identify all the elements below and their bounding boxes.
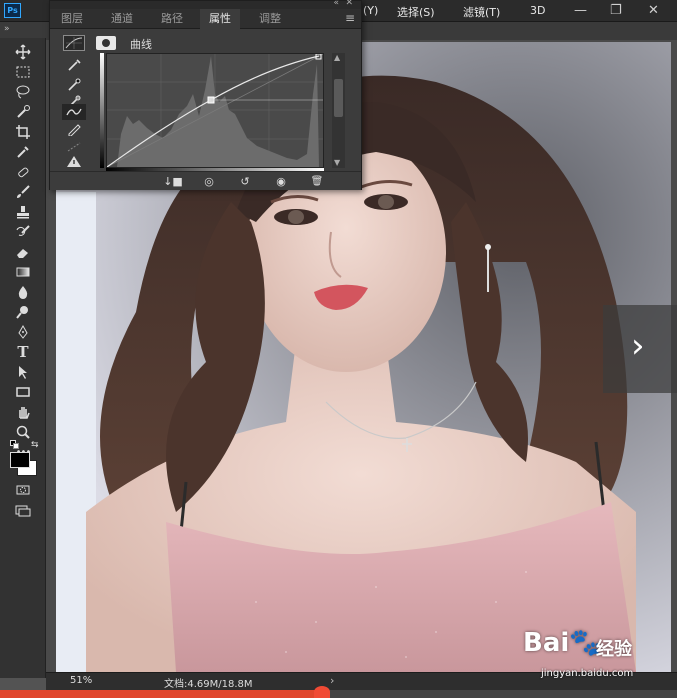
crop-tool-icon[interactable] xyxy=(11,122,35,142)
blur-tool-icon[interactable] xyxy=(11,282,35,302)
curve-point-tool-icon[interactable] xyxy=(62,104,86,120)
tab-layers[interactable]: 图层 xyxy=(52,9,92,29)
type-tool-icon[interactable]: T xyxy=(11,342,35,362)
output-gradient-bar xyxy=(100,53,104,168)
close-icon[interactable]: ✕ xyxy=(648,3,659,18)
watermark-url: jingyan.baidu.com xyxy=(541,668,634,679)
scroll-down-icon[interactable]: ▼ xyxy=(334,158,340,167)
document-info: 文档:4.69M/18.8M xyxy=(164,679,253,690)
tools-panel: T ••• ⇆ xyxy=(0,38,46,678)
foreground-color-swatch[interactable] xyxy=(10,452,30,468)
restore-icon[interactable]: ❐ xyxy=(610,3,622,18)
tab-paths[interactable]: 路径 xyxy=(152,9,192,29)
black-point-eyedropper-icon[interactable] xyxy=(62,77,86,93)
pencil-draw-icon[interactable] xyxy=(62,121,86,137)
panel-scroll-thumb[interactable] xyxy=(334,79,343,117)
status-menu-arrow-icon[interactable]: › xyxy=(330,674,334,687)
target-adjust-icon[interactable] xyxy=(62,57,86,73)
pen-tool-icon[interactable] xyxy=(11,322,35,342)
scroll-up-icon[interactable]: ▲ xyxy=(334,53,340,62)
lasso-tool-icon[interactable] xyxy=(11,82,35,102)
dodge-tool-icon[interactable] xyxy=(11,302,35,322)
hand-tool-icon[interactable] xyxy=(11,402,35,422)
zoom-tool-icon[interactable] xyxy=(11,422,35,442)
chevron-right-icon[interactable]: › xyxy=(631,326,645,366)
tab-channels[interactable]: 通道 xyxy=(102,9,142,29)
watermark-brand: Bai🐾 xyxy=(523,628,602,658)
tab-properties[interactable]: 属性 xyxy=(200,9,240,29)
path-select-tool-icon[interactable] xyxy=(11,362,35,382)
panel-menu-icon[interactable]: ≡ xyxy=(345,11,355,25)
layer-mask-icon[interactable] xyxy=(96,36,116,50)
delete-adjustment-icon[interactable]: 🗑 xyxy=(306,173,328,189)
menu-item-3d[interactable]: 3D xyxy=(530,4,545,17)
rectangle-tool-icon[interactable] xyxy=(11,382,35,402)
properties-panel: « ✕ 图层 通道 路径 属性 调整 ≡ 曲线 ▲ ▼ ↓■ ◎ ↺ ◉ 🗑 xyxy=(49,0,362,190)
reset-adjustment-icon[interactable]: ↺ xyxy=(234,173,256,189)
panel-tabs: 图层 通道 路径 属性 调整 ≡ xyxy=(50,9,361,29)
toggle-visibility-icon[interactable]: ◉ xyxy=(270,173,292,189)
zoom-level[interactable]: 51% xyxy=(70,675,92,686)
history-brush-tool-icon[interactable] xyxy=(11,222,35,242)
menu-item-filter[interactable]: 滤镜(T) xyxy=(463,4,500,20)
clipping-warning-icon[interactable] xyxy=(62,153,86,169)
swap-colors-icon[interactable]: ⇆ xyxy=(31,440,39,450)
curves-graph-canvas xyxy=(107,54,323,167)
tab-adjustments[interactable]: 调整 xyxy=(250,9,290,29)
marquee-tool-icon[interactable] xyxy=(11,62,35,82)
eraser-tool-icon[interactable] xyxy=(11,242,35,262)
quick-select-tool-icon[interactable] xyxy=(11,102,35,122)
default-colors-icon[interactable] xyxy=(10,440,20,449)
curves-adjustment-icon[interactable] xyxy=(63,35,85,51)
video-progress-handle[interactable] xyxy=(313,686,330,698)
screen-mode-icon[interactable] xyxy=(11,500,35,520)
brush-tool-icon[interactable] xyxy=(11,182,35,202)
view-previous-state-icon[interactable]: ◎ xyxy=(198,173,220,189)
clone-stamp-tool-icon[interactable] xyxy=(11,202,35,222)
gradient-tool-icon[interactable] xyxy=(11,262,35,282)
clip-to-layer-icon[interactable]: ↓■ xyxy=(162,173,184,189)
collapse-toolbar-icon[interactable]: » xyxy=(4,24,10,34)
move-tool-icon[interactable] xyxy=(11,42,35,62)
watermark-brand-cn: 经验 xyxy=(596,639,632,660)
collapse-panel-icon[interactable]: « xyxy=(333,0,339,8)
menu-item-layer-type[interactable]: (Y) xyxy=(363,4,378,17)
menu-item-select[interactable]: 选择(S) xyxy=(397,4,435,20)
video-progress-fill xyxy=(0,690,322,698)
quick-mask-icon[interactable] xyxy=(11,480,35,500)
panel-footer: ↓■ ◎ ↺ ◉ 🗑 xyxy=(50,171,361,190)
close-panel-icon[interactable]: ✕ xyxy=(345,0,353,8)
eyedropper-tool-icon[interactable] xyxy=(11,142,35,162)
panel-title-bar[interactable]: « ✕ xyxy=(50,0,361,9)
photoshop-logo: Ps xyxy=(4,3,21,18)
adjustment-name: 曲线 xyxy=(130,38,152,51)
healing-brush-tool-icon[interactable] xyxy=(11,162,35,182)
curves-graph[interactable] xyxy=(106,53,324,168)
minimize-icon[interactable]: — xyxy=(574,3,587,18)
